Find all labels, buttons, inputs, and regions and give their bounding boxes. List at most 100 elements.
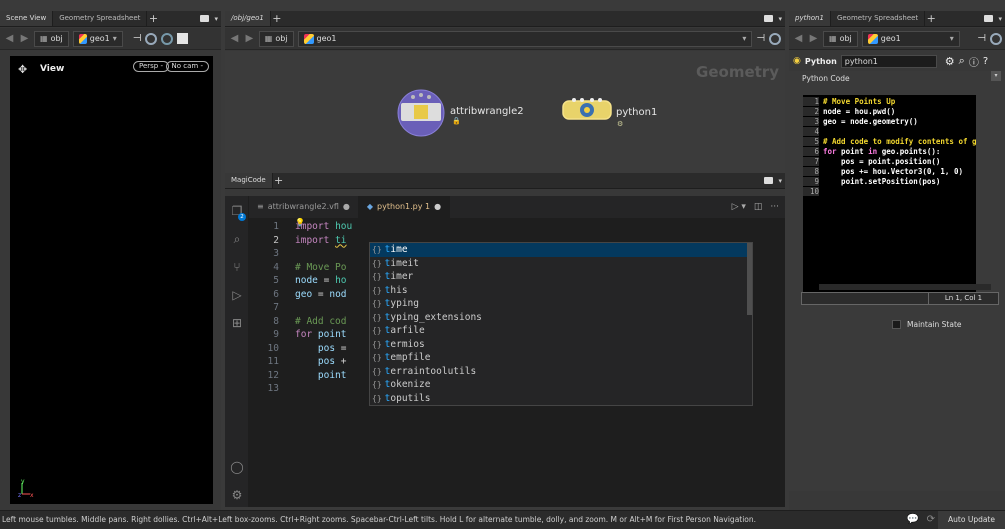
path-geo1[interactable]: geo1 ▾ <box>72 30 123 47</box>
popup-scrollbar[interactable] <box>747 243 752 315</box>
module-icon: {} <box>372 393 382 403</box>
tab-geometry-spreadsheet[interactable]: Geometry Spreadsheet <box>831 11 926 26</box>
view-tool-icon[interactable]: ✥ <box>18 63 27 76</box>
info-icon[interactable]: ⓘ <box>969 54 979 69</box>
code-line-5: node = ho <box>295 275 347 286</box>
forward-arrow-icon[interactable]: ▶ <box>19 33 30 44</box>
extensions-icon[interactable]: ⊞ <box>230 316 244 330</box>
add-tab-button[interactable]: + <box>271 11 283 26</box>
node-attribwrangle2[interactable]: 🔒 <box>397 89 461 139</box>
code-line-10: pos = <box>317 342 347 354</box>
refresh-icon[interactable]: ⟳ <box>927 511 935 529</box>
tab-python1[interactable]: python1 <box>789 11 831 26</box>
chevron-down-icon[interactable]: ▾ <box>113 34 117 43</box>
code-line-1: import hou <box>295 221 353 232</box>
node-python1[interactable]: ⚙ <box>562 97 623 128</box>
pin-icon[interactable]: ⊣ <box>977 33 986 44</box>
back-arrow-icon[interactable]: ◀ <box>229 33 240 44</box>
add-tab-button[interactable]: + <box>273 173 285 188</box>
tab-network-path[interactable]: /obj/geo1 <box>225 11 271 26</box>
pin-icon[interactable]: ⊣ <box>756 33 765 44</box>
node-name-field[interactable]: python1 <box>840 54 937 68</box>
autocomplete-popup[interactable]: {} time {} timeit {} timer {} this {} typing … <box>369 242 753 406</box>
link-icon[interactable] <box>990 32 1002 45</box>
pane-menu-icon[interactable]: ▾ <box>778 15 782 23</box>
run-debug-icon[interactable]: ▷ <box>230 288 244 302</box>
line-number: 12 <box>267 369 279 381</box>
suggestion-item[interactable]: {} terraintoolutils <box>370 365 752 379</box>
python-code-editor[interactable]: 1 2 3 4 5 6 7 8 9 10 # Move Points Up no… <box>803 95 976 295</box>
tab-scene-view[interactable]: Scene View <box>0 11 54 26</box>
auto-update-button[interactable]: Auto Update <box>938 511 1005 529</box>
run-icon[interactable]: ▷ ▾ <box>732 202 746 212</box>
add-tab-button[interactable]: + <box>147 11 159 26</box>
suggestion-item[interactable]: {} time <box>370 243 752 257</box>
maintain-state-row[interactable]: Maintain State <box>892 320 962 329</box>
scene-view-pane: Scene View Geometry Spreadsheet + ▾ ◀ ▶ … <box>0 11 221 510</box>
settings-gear-icon[interactable]: ⚙ <box>230 488 244 502</box>
suggestion-item[interactable]: {} toputils <box>370 392 752 406</box>
tab-geometry-spreadsheet[interactable]: Geometry Spreadsheet <box>53 11 148 26</box>
pane-layout-icon[interactable] <box>200 15 210 22</box>
suggestion-item[interactable]: {} tempfile <box>370 351 752 365</box>
gear-icon[interactable]: ⚙ <box>945 55 955 68</box>
file-tab-attribwrangle2[interactable]: ≡ attribwrangle2.vfl ● <box>249 196 359 218</box>
suggestion-item[interactable]: {} tokenize <box>370 378 752 392</box>
pane-menu-icon[interactable]: ▾ <box>214 15 218 23</box>
search-icon[interactable]: ⌕ <box>230 232 244 246</box>
code-area[interactable]: 1 2 3 4 5 6 7 8 9 10 11 12 13 💡 import h… <box>249 218 785 507</box>
line-number: 10 <box>803 187 819 196</box>
display-options-icon[interactable] <box>161 32 174 45</box>
persp-button[interactable]: Persp - <box>133 61 169 72</box>
search-icon[interactable]: ⌕ <box>959 54 965 68</box>
suggestion-item[interactable]: {} timeit <box>370 257 752 271</box>
modified-dot-icon[interactable]: ● <box>343 196 350 218</box>
forward-arrow-icon[interactable]: ▶ <box>808 33 819 44</box>
pane-layout-icon[interactable] <box>764 15 774 22</box>
line-number: 5 <box>273 275 279 286</box>
python-parameter-pane: python1 Geometry Spreadsheet + ▾ ◀ ▶ ▦ ob… <box>789 11 1005 510</box>
forward-arrow-icon[interactable]: ▶ <box>244 33 255 44</box>
help-icon[interactable]: ? <box>983 56 988 67</box>
section-menu-icon[interactable]: ▾ <box>991 71 1001 81</box>
back-arrow-icon[interactable]: ◀ <box>793 33 804 44</box>
no-cam-button[interactable]: No cam - <box>165 61 209 72</box>
horizontal-scrollbar[interactable] <box>819 284 991 290</box>
add-tab-button[interactable]: + <box>925 11 937 26</box>
suggestion-item[interactable]: {} tarfile <box>370 324 752 338</box>
path-obj[interactable]: ▦ obj <box>823 30 858 47</box>
3d-viewport[interactable]: ✥ View Persp - No cam - y z x <box>10 56 213 504</box>
geo-icon <box>78 33 87 44</box>
network-view-icon[interactable] <box>769 32 781 45</box>
suggestion-item[interactable]: {} typing_extensions <box>370 311 752 325</box>
tab-magicode[interactable]: MagiCode <box>225 173 273 188</box>
network-canvas[interactable]: Geometry 🔒 attribwrangle2 ⚙ python1 <box>225 51 785 173</box>
path-obj[interactable]: ▦ obj <box>258 30 294 47</box>
back-arrow-icon[interactable]: ◀ <box>4 33 15 44</box>
source-control-icon[interactable]: ⑂ <box>230 260 244 274</box>
pin-icon[interactable]: ⊣ <box>133 33 142 44</box>
pane-menu-icon[interactable]: ▾ <box>998 15 1002 23</box>
account-icon[interactable]: ◯ <box>230 460 244 474</box>
viewport-camera-icon[interactable] <box>145 32 158 45</box>
pane-menu-icon[interactable]: ▾ <box>778 177 782 185</box>
line-number: 10 <box>267 342 279 354</box>
more-actions-icon[interactable]: ··· <box>770 202 779 212</box>
pane-layout-icon[interactable] <box>984 15 994 22</box>
chevron-down-icon[interactable]: ▾ <box>950 34 954 43</box>
path-geo1[interactable]: geo1 ▾ <box>861 30 960 47</box>
pane-layout-icon[interactable] <box>764 177 774 184</box>
chat-icon[interactable]: 💬 <box>907 511 919 529</box>
suggestion-item[interactable]: {} termios <box>370 338 752 352</box>
suggestion-item[interactable]: {} timer <box>370 270 752 284</box>
background-toggle-icon[interactable] <box>177 33 189 44</box>
chevron-down-icon[interactable]: ▾ <box>742 34 746 43</box>
path-obj[interactable]: ▦ obj <box>34 30 69 47</box>
path-geo1[interactable]: geo1 ▾ <box>297 30 753 47</box>
suggestion-item[interactable]: {} typing <box>370 297 752 311</box>
split-editor-icon[interactable]: ◫ <box>754 202 763 212</box>
file-tab-python1[interactable]: ◆ python1.py 1 ● <box>358 196 451 218</box>
modified-dot-icon[interactable]: ● <box>434 196 441 218</box>
maintain-state-checkbox[interactable] <box>892 320 901 329</box>
suggestion-item[interactable]: {} this <box>370 284 752 298</box>
